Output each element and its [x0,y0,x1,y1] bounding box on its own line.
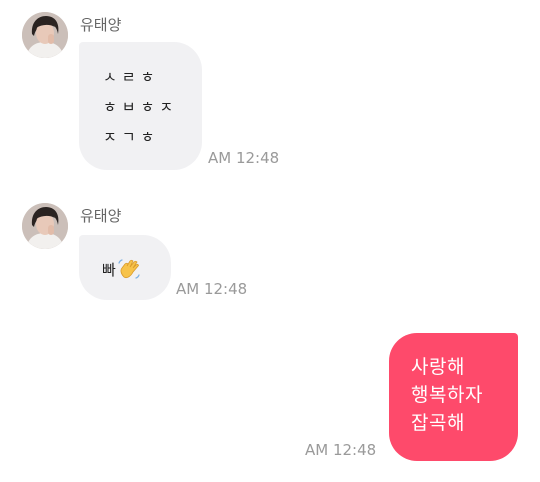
message-timestamp: AM 12:48 [305,441,377,459]
message-line: ㅅㄹㅎ [103,68,160,86]
message-line: 행복하자 [411,384,483,406]
message-text: 빠 [102,261,116,279]
message-bubble-outgoing[interactable]: 사랑해 행복하자 잡곡해 [389,333,518,461]
avatar[interactable] [22,12,68,58]
avatar[interactable] [22,203,68,249]
waving-hand-icon [117,257,141,285]
message-line: 잡곡해 [411,412,465,434]
message-line: 사랑해 [411,356,465,378]
sender-name: 유태양 [80,207,122,225]
message-timestamp: AM 12:48 [208,149,280,167]
message-bubble-incoming[interactable]: 빠 [79,235,171,300]
message-bubble-incoming[interactable]: ㅅㄹㅎ ㅎㅂㅎㅈ ㅈㄱㅎ [79,42,202,170]
sender-name: 유태양 [80,16,122,34]
message-line: ㅎㅂㅎㅈ [103,98,179,116]
message-line: ㅈㄱㅎ [103,128,160,146]
message-timestamp: AM 12:48 [176,280,248,298]
